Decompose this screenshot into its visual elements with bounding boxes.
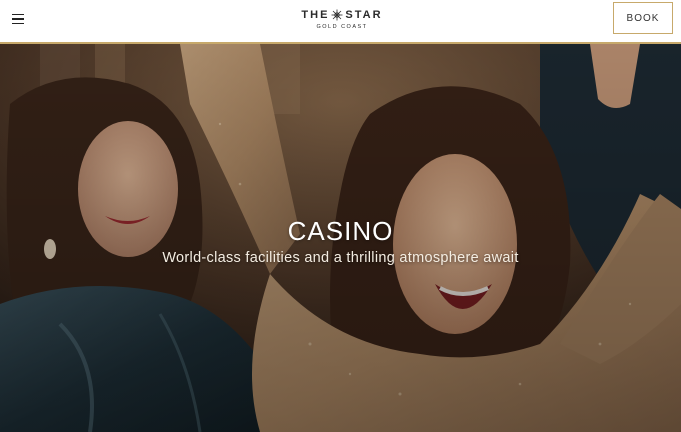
book-button[interactable]: BOOK xyxy=(613,2,673,34)
site-header: THE STAR GOLD COAST BOOK xyxy=(0,0,681,44)
site-logo[interactable]: THE STAR GOLD COAST xyxy=(300,8,384,36)
hero-banner: CASINO World-class facilities and a thri… xyxy=(0,44,681,432)
logo-text-star: STAR xyxy=(345,9,383,21)
hero-subtitle: World-class facilities and a thrilling a… xyxy=(162,250,519,266)
hamburger-menu-icon xyxy=(12,13,24,16)
logo-text-the: THE xyxy=(301,9,330,21)
hero-title: CASINO xyxy=(287,216,394,246)
logo-subtitle: GOLD COAST xyxy=(316,24,368,30)
logo-wordmark: THE STAR xyxy=(300,8,384,22)
star-emblem-icon xyxy=(331,9,343,21)
menu-button[interactable] xyxy=(8,9,28,29)
